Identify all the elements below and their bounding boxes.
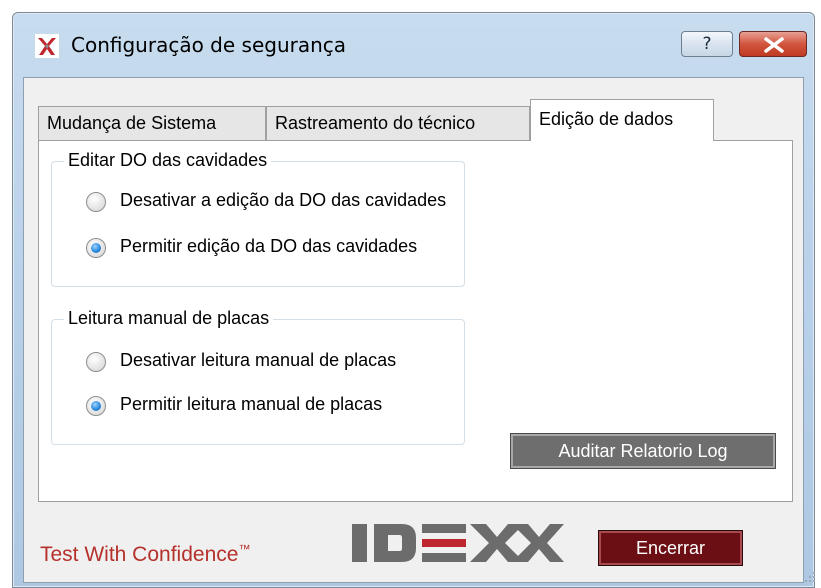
radio-label: Permitir leitura manual de placas [120,394,383,414]
radio-button-checked[interactable] [86,238,106,258]
radio-allow-manual-reading[interactable]: Permitir leitura manual de placas [86,394,464,418]
tab-label: Mudança de Sistema [47,113,217,133]
title-bar[interactable]: Configuração de segurança ? [13,13,814,77]
radio-button[interactable] [86,352,106,372]
audit-log-button[interactable]: Auditar Relatorio Log [510,433,776,469]
close-button[interactable] [739,31,807,57]
tab-technician-tracking[interactable]: Rastreamento do técnico [266,106,530,140]
tab-label: Rastreamento do técnico [275,113,476,133]
tab-system-change[interactable]: Mudança de Sistema [38,106,266,140]
brand-tagline: Test With Confidence™ [40,542,250,567]
idexx-logo [352,524,564,562]
radio-label: Permitir edição da DO das cavidades [120,236,418,256]
radio-disable-od-edit[interactable]: Desativar a edição da DO das cavidades [86,190,466,214]
window-title: Configuração de segurança [71,33,347,57]
radio-disable-manual-reading[interactable]: Desativar leitura manual de placas [86,350,464,374]
dialog-body: Mudança de Sistema Rastreamento do técni… [23,77,804,583]
radio-label: Desativar leitura manual de placas [120,350,397,370]
tagline-text: Test With Confidence [40,543,239,566]
group-title: Editar DO das cavidades [64,150,272,171]
group-edit-od: Editar DO das cavidades Desativar a ediç… [51,150,466,287]
help-button[interactable]: ? [681,31,733,57]
close-icon [764,37,784,53]
resize-grip-icon[interactable] [803,570,817,584]
trademark-symbol: ™ [238,542,251,556]
exit-button[interactable]: Encerrar [598,530,743,566]
radio-button-checked[interactable] [86,396,106,416]
radio-button[interactable] [86,192,106,212]
radio-allow-od-edit[interactable]: Permitir edição da DO das cavidades [86,236,466,260]
tab-label: Edição de dados [539,109,674,129]
group-manual-plate-reading: Leitura manual de placas Desativar leitu… [51,308,465,445]
dialog-window: Configuração de segurança ? Mudança de S… [12,12,815,588]
group-title: Leitura manual de placas [64,308,274,329]
tab-data-editing[interactable]: Edição de dados [530,99,714,141]
radio-label: Desativar a edição da DO das cavidades [120,190,447,210]
app-logo-icon [35,34,59,58]
help-icon: ? [702,34,712,54]
